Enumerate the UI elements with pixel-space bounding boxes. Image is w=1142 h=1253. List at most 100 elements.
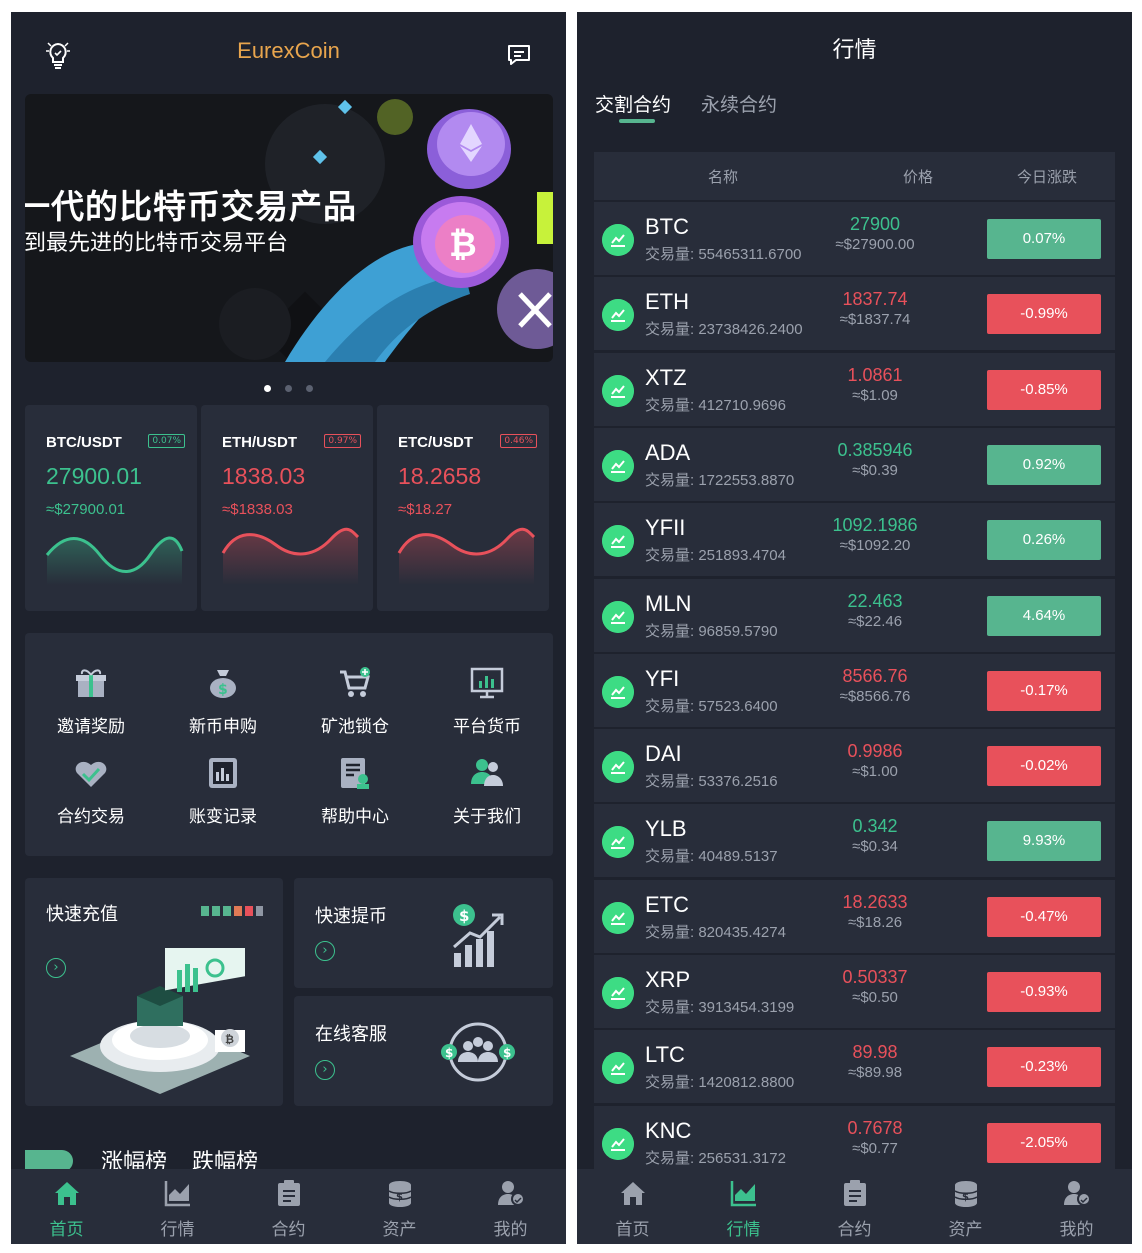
- coin-symbol: ETC: [645, 891, 689, 917]
- ticker-change-badge: 0.46%: [500, 434, 537, 448]
- tab-market[interactable]: 行情: [122, 1179, 233, 1240]
- coin-price: 89.98: [852, 1042, 898, 1063]
- quick-withdraw-card[interactable]: 快速提币 › $: [294, 878, 553, 988]
- home-screen: EurexCoin ₿ 一代的比特币交易产品 ·到最先进的比特币交易平台 BTC…: [11, 12, 566, 1244]
- menu-item-pool[interactable]: 矿池锁仓: [289, 666, 421, 737]
- tab-assets[interactable]: $ 资产: [344, 1179, 455, 1240]
- market-chart-icon: [730, 1181, 756, 1207]
- tab-home[interactable]: 首页: [11, 1179, 122, 1240]
- tab-profile[interactable]: 我的: [455, 1179, 566, 1240]
- coin-chart-icon: [602, 600, 634, 633]
- tab-perpetual-contract[interactable]: 永续合约: [701, 90, 777, 117]
- volume-label: 交易量:: [645, 471, 695, 489]
- market-row[interactable]: YFI 交易量: 57523.6400 8566.76 ≈$8566.76 -0.17%: [594, 653, 1115, 727]
- banner-dot-3[interactable]: [306, 385, 313, 392]
- market-row[interactable]: XTZ 交易量: 412710.9696 1.0861 ≈$1.09 -0.85%: [594, 352, 1115, 426]
- tab-delivery-contract[interactable]: 交割合约: [595, 90, 671, 117]
- market-row[interactable]: MLN 交易量: 96859.5790 22.463 ≈$22.46 4.64%: [594, 578, 1115, 652]
- ticker-card-eth[interactable]: ETH/USDT 0.97% 1838.03 ≈$1838.03: [201, 405, 373, 611]
- volume-value: 40489.5137: [698, 848, 778, 866]
- message-icon[interactable]: [506, 42, 532, 68]
- coin-symbol: XTZ: [645, 364, 687, 390]
- market-row[interactable]: ADA 交易量: 1722553.8870 0.385946 ≈$0.39 0.92%: [594, 427, 1115, 501]
- banner-dot-2[interactable]: [285, 385, 292, 392]
- quick-deposit-arrow-icon[interactable]: ›: [46, 958, 66, 978]
- cart-icon: [340, 667, 370, 697]
- coin-symbol: BTC: [645, 214, 689, 239]
- change-badge[interactable]: -2.05%: [987, 1122, 1101, 1163]
- ticker-card-etc[interactable]: ETC/USDT 0.46% 18.2658 ≈$18.27: [377, 405, 549, 611]
- change-badge[interactable]: -0.85%: [987, 369, 1101, 410]
- change-badge[interactable]: -0.02%: [987, 746, 1101, 787]
- market-row[interactable]: KNC 交易量: 256531.3172 0.7678 ≈$0.77 -2.05%: [594, 1105, 1115, 1179]
- tab-home[interactable]: 首页: [577, 1179, 688, 1240]
- tab-label: 行情: [160, 1220, 195, 1240]
- market-row[interactable]: BTC 交易量: 55465311.6700 27900 ≈$27900.00 0.07…: [594, 202, 1115, 275]
- coin-volume: 交易量: 1420812.8800: [645, 1071, 794, 1092]
- contract-icon: [277, 1180, 300, 1206]
- menu-item-ledger[interactable]: 账变记录: [157, 756, 289, 827]
- tab-label: 我的: [1059, 1220, 1094, 1240]
- menu-item-invite[interactable]: 邀请奖励: [25, 666, 157, 737]
- banner-pagination[interactable]: [11, 377, 566, 392]
- volume-label: 交易量:: [645, 321, 695, 339]
- coin-volume: 交易量: 96859.5790: [645, 620, 778, 641]
- change-badge[interactable]: -0.23%: [987, 1047, 1101, 1088]
- market-screen: 行情 交割合约 永续合约 名称 价格 今日涨跌 BTC 交易量: 55465311…: [577, 12, 1132, 1244]
- promo-banner[interactable]: ₿ 一代的比特币交易产品 ·到最先进的比特币交易平台: [25, 94, 553, 362]
- help-doc-icon: [341, 758, 369, 789]
- ticker-approx: ≈$27900.01: [46, 501, 126, 518]
- tab-market[interactable]: 行情: [688, 1179, 799, 1240]
- tab-profile[interactable]: 我的: [1021, 1179, 1132, 1240]
- change-badge[interactable]: -0.47%: [987, 896, 1101, 937]
- menu-label: 账变记录: [189, 807, 257, 827]
- change-badge[interactable]: 9.93%: [987, 821, 1101, 862]
- banner-dot-1[interactable]: [264, 385, 271, 392]
- online-service-card[interactable]: 在线客服 › $ $: [294, 996, 553, 1106]
- withdraw-chart-icon: $: [453, 904, 504, 967]
- menu-item-subscribe[interactable]: $ 新币申购: [157, 666, 289, 737]
- coin-price: 0.342: [852, 816, 898, 837]
- quick-deposit-card[interactable]: 快速充值 › ₿: [25, 878, 283, 1106]
- coin-symbol: XRP: [645, 967, 691, 992]
- tab-contract[interactable]: 合约: [233, 1179, 344, 1240]
- change-badge[interactable]: 0.26%: [987, 520, 1101, 561]
- coin-volume: 交易量: 1722553.8870: [645, 469, 794, 490]
- volume-value: 820435.4274: [698, 923, 786, 941]
- tab-label: 合约: [837, 1220, 872, 1240]
- online-service-arrow-icon[interactable]: ›: [315, 1060, 335, 1080]
- coin-price: 1092.1986: [832, 515, 918, 536]
- menu-item-platform-coin[interactable]: 平台货币: [421, 666, 553, 737]
- market-row[interactable]: ETH 交易量: 23738426.2400 1837.74 ≈$1837.74 -0.…: [594, 277, 1115, 351]
- volume-value: 53376.2516: [698, 773, 778, 791]
- market-row[interactable]: YLB 交易量: 40489.5137 0.342 ≈$0.34 9.93%: [594, 804, 1115, 878]
- tab-contract[interactable]: 合约: [799, 1179, 910, 1240]
- change-badge[interactable]: -0.99%: [987, 294, 1101, 335]
- change-badge[interactable]: 0.07%: [987, 219, 1101, 259]
- feature-menu: 邀请奖励 $ 新币申购 矿池锁仓 平台货币 合约交易 账变记录 帮助中心 关于我: [25, 633, 553, 856]
- menu-item-about[interactable]: 关于我们: [421, 756, 553, 827]
- quick-withdraw-arrow-icon[interactable]: ›: [315, 941, 335, 961]
- coin-price-approx: ≈$8566.76: [839, 687, 911, 705]
- volume-label: 交易量:: [645, 923, 695, 941]
- tab-label: 首页: [615, 1220, 650, 1240]
- market-row[interactable]: DAI 交易量: 53376.2516 0.9986 ≈$1.00 -0.02%: [594, 729, 1115, 803]
- ticker-card-btc[interactable]: BTC/USDT 0.07% 27900.01 ≈$27900.01: [25, 405, 197, 611]
- menu-item-help[interactable]: 帮助中心: [289, 756, 421, 827]
- change-badge[interactable]: 4.64%: [987, 595, 1101, 636]
- deposit-illustration: ₿: [70, 948, 250, 1094]
- coin-symbol: YLB: [645, 816, 687, 842]
- menu-label: 新币申购: [189, 717, 257, 737]
- change-badge[interactable]: -0.17%: [987, 670, 1101, 711]
- market-row[interactable]: XRP 交易量: 3913454.3199 0.50337 ≈$0.50 -0.93%: [594, 955, 1115, 1028]
- change-badge[interactable]: -0.93%: [987, 972, 1101, 1012]
- market-row[interactable]: LTC 交易量: 1420812.8800 89.98 ≈$89.98 -0.23%: [594, 1030, 1115, 1104]
- menu-item-contract-trade[interactable]: 合约交易: [25, 756, 157, 827]
- market-row[interactable]: YFII 交易量: 251893.4704 1092.1986 ≈$1092.20 0.…: [594, 503, 1115, 577]
- market-row[interactable]: ETC 交易量: 820435.4274 18.2633 ≈$18.26 -0.47%: [594, 879, 1115, 953]
- coin-price: 0.50337: [842, 967, 908, 987]
- coin-volume: 交易量: 256531.3172: [645, 1147, 786, 1168]
- tab-assets[interactable]: $ 资产: [910, 1179, 1021, 1240]
- svg-text:$: $: [962, 1192, 969, 1203]
- change-badge[interactable]: 0.92%: [987, 444, 1101, 485]
